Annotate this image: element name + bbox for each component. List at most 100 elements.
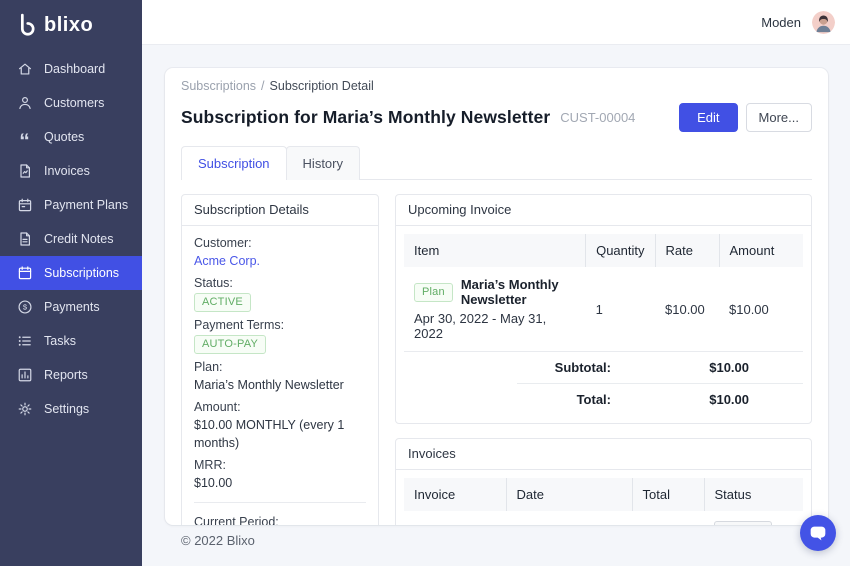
reports-icon [16, 367, 33, 384]
plan-badge: Plan [414, 283, 453, 302]
sidebar-item-settings[interactable]: Settings [0, 392, 142, 426]
mrr-label: MRR: [194, 456, 366, 474]
sidebar: blixo Dashboard Customers “ Quotes Invoi… [0, 0, 142, 566]
amount-value: $10.00 MONTHLY (every 1 months) [194, 416, 366, 452]
user-menu-label[interactable]: Moden [761, 15, 801, 30]
blixo-logo-text: blixo [44, 14, 93, 37]
invoice-date: Apr 20, 2022 [506, 511, 632, 525]
sidebar-item-customers[interactable]: Customers [0, 86, 142, 120]
column-status: Status [704, 478, 803, 511]
tab-subscription[interactable]: Subscription [181, 146, 287, 180]
table-row: Plan Maria’s Monthly Newsletter Apr 30, … [404, 267, 803, 352]
tab-history[interactable]: History [286, 146, 360, 180]
sidebar-item-credit-notes[interactable]: Credit Notes [0, 222, 142, 256]
invoices-panel: Invoices Invoice Date Total Status [395, 438, 812, 525]
more-button[interactable]: More... [746, 103, 812, 132]
sidebar-item-label: Settings [44, 402, 89, 416]
totals: Subtotal: $10.00 Total: $10.00 [404, 352, 803, 415]
item-quantity: 1 [586, 267, 655, 352]
item-rate: $10.00 [655, 267, 719, 352]
subscriptions-icon [16, 265, 33, 282]
sidebar-item-label: Tasks [44, 334, 76, 348]
invoice-status-badge: ISSUED [714, 521, 772, 525]
breadcrumb-current: Subscription Detail [270, 79, 374, 93]
panel-title: Upcoming Invoice [396, 195, 811, 226]
plan-value: Maria’s Monthly Newsletter [194, 376, 366, 394]
subscription-detail-card: Subscriptions / Subscription Detail Subscr… [165, 68, 828, 525]
sidebar-item-label: Invoices [44, 164, 90, 178]
avatar[interactable] [812, 11, 835, 34]
breadcrumb-subscriptions[interactable]: Subscriptions [181, 79, 256, 93]
sidebar-item-subscriptions[interactable]: Subscriptions [0, 256, 142, 290]
blixo-logo[interactable]: blixo [0, 0, 142, 52]
details-divider [194, 502, 366, 503]
table-header-row: Item Quantity Rate Amount [404, 234, 803, 267]
sidebar-nav: Dashboard Customers “ Quotes Invoices Pa… [0, 52, 142, 426]
invoice-link[interactable]: INV-0007 [414, 523, 468, 525]
details-body: Customer: Acme Corp. Status: ACTIVE Paym… [182, 226, 378, 525]
upcoming-invoice-table: Item Quantity Rate Amount [404, 234, 803, 352]
payment-plans-icon [16, 197, 33, 214]
table-row: INV-0007 Apr 20, 2022 $3.33 ISSUED [404, 511, 803, 525]
amount-label: Amount: [194, 398, 366, 416]
breadcrumb-separator: / [261, 79, 264, 93]
column-amount: Amount [719, 234, 803, 267]
status-badge: ACTIVE [194, 293, 251, 312]
breadcrumb: Subscriptions / Subscription Detail [181, 78, 812, 94]
item-amount: $10.00 [719, 267, 803, 352]
mrr-value: $10.00 [194, 474, 366, 492]
status-label: Status: [194, 274, 366, 292]
item-name: Maria’s Monthly Newsletter [461, 277, 576, 307]
quote-icon: “ [16, 129, 33, 146]
upcoming-invoice-panel: Upcoming Invoice Item Quantity Rate Amou… [395, 194, 812, 424]
plan-label: Plan: [194, 358, 366, 376]
sidebar-item-label: Payment Plans [44, 198, 128, 212]
panel-title: Subscription Details [182, 195, 378, 226]
footer-copyright: © 2022 Blixo [165, 525, 828, 548]
total-label: Total: [577, 392, 611, 407]
sidebar-item-invoices[interactable]: Invoices [0, 154, 142, 188]
column-total: Total [632, 478, 704, 511]
chat-widget-button[interactable] [800, 515, 836, 551]
panels: Subscription Details Customer: Acme Corp… [181, 194, 812, 525]
item-period: Apr 30, 2022 - May 31, 2022 [414, 311, 576, 341]
tabs: Subscription History [181, 146, 812, 180]
blixo-logo-mark [16, 13, 37, 38]
table-header-row: Invoice Date Total Status [404, 478, 803, 511]
sidebar-item-dashboard[interactable]: Dashboard [0, 52, 142, 86]
chat-bubble-icon [807, 522, 829, 544]
payments-icon: $ [16, 299, 33, 316]
title-row: Subscription for Maria’s Monthly Newslet… [181, 102, 812, 132]
content: Subscriptions / Subscription Detail Subscr… [142, 45, 850, 566]
sidebar-item-label: Payments [44, 300, 100, 314]
edit-button[interactable]: Edit [679, 103, 737, 132]
sidebar-item-payment-plans[interactable]: Payment Plans [0, 188, 142, 222]
main-area: Moden Subscriptions / Subscription Detail … [142, 0, 850, 566]
customer-label: Customer: [194, 234, 366, 252]
customer-code: CUST-00004 [560, 110, 635, 125]
sidebar-item-tasks[interactable]: Tasks [0, 324, 142, 358]
sidebar-item-label: Customers [44, 96, 104, 110]
sidebar-item-label: Quotes [44, 130, 84, 144]
column-rate: Rate [655, 234, 719, 267]
column-invoice: Invoice [404, 478, 506, 511]
credit-note-icon [16, 231, 33, 248]
subtotal-label: Subtotal: [555, 360, 611, 375]
total-row: Total: $10.00 [517, 383, 803, 415]
sidebar-item-payments[interactable]: $ Payments [0, 290, 142, 324]
right-column: Upcoming Invoice Item Quantity Rate Amou… [395, 194, 812, 525]
sidebar-item-quotes[interactable]: “ Quotes [0, 120, 142, 154]
subtotal-row: Subtotal: $10.00 [517, 352, 803, 383]
tasks-icon [16, 333, 33, 350]
page-title: Subscription for Maria’s Monthly Newslet… [181, 107, 550, 128]
column-item: Item [404, 234, 586, 267]
sidebar-item-label: Subscriptions [44, 266, 119, 280]
invoice-total: $3.33 [632, 511, 704, 525]
subscription-details-panel: Subscription Details Customer: Acme Corp… [181, 194, 379, 525]
customer-link[interactable]: Acme Corp. [194, 254, 260, 268]
gear-icon [16, 401, 33, 418]
svg-text:$: $ [22, 303, 27, 312]
invoice-icon [16, 163, 33, 180]
sidebar-item-reports[interactable]: Reports [0, 358, 142, 392]
invoices-table: Invoice Date Total Status INV-0007 [404, 478, 803, 525]
